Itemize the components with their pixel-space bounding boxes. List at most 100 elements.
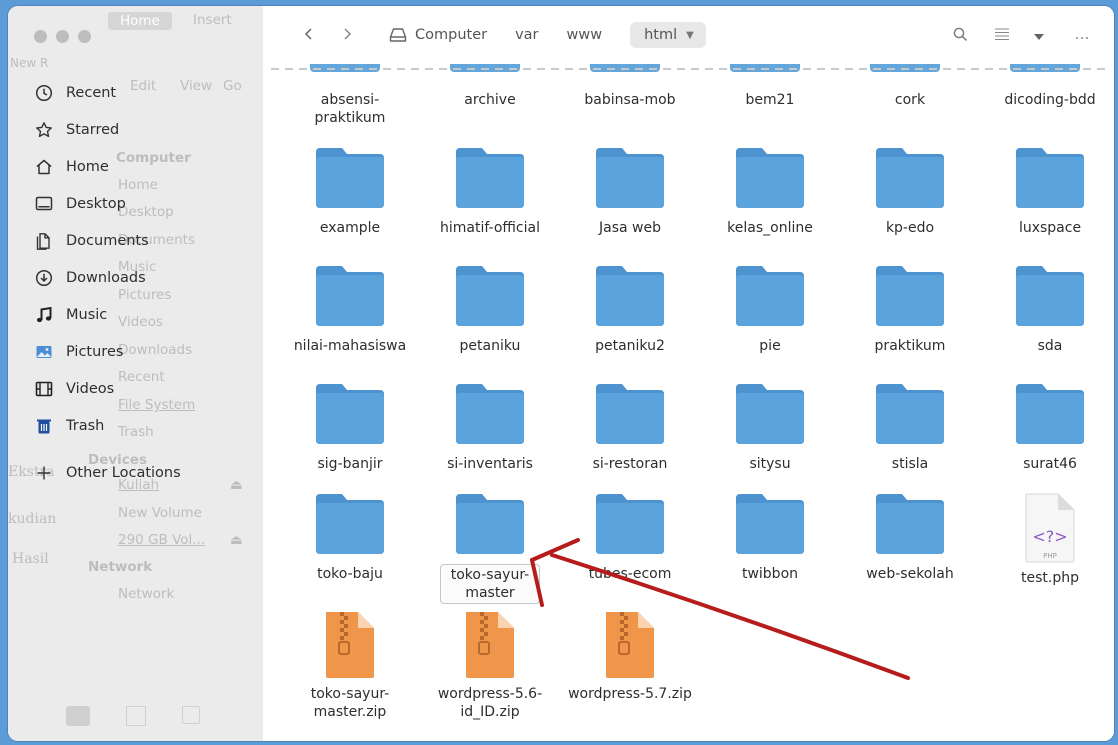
folder-icon — [874, 382, 946, 446]
folder-item[interactable]: example — [285, 146, 415, 238]
sidebar: Home Insert New R Edit View Go Computer … — [8, 6, 263, 741]
file-name-label: nilai-mahasiswa — [293, 338, 407, 354]
folder-icon — [314, 382, 386, 446]
folder-icon — [594, 146, 666, 210]
folder-icon — [734, 382, 806, 446]
music-icon — [34, 305, 54, 325]
sidebar-item-documents[interactable]: Documents — [8, 222, 263, 259]
sidebar-item-label: Home — [66, 158, 109, 175]
folder-item[interactable]: si-inventaris — [425, 382, 555, 474]
sidebar-item-label: Pictures — [66, 343, 124, 360]
file-manager-window: Home Insert New R Edit View Go Computer … — [8, 6, 1114, 741]
folder-item[interactable]: sitysu — [705, 382, 835, 474]
folder-item[interactable]: toko-sayur-master — [425, 492, 555, 604]
folder-item[interactable]: stisla — [845, 382, 975, 474]
folder-item[interactable]: surat46 — [985, 382, 1114, 474]
folder-icon — [454, 382, 526, 446]
sidebar-item-recent[interactable]: Recent — [8, 74, 263, 111]
documents-icon — [34, 231, 54, 251]
file-item[interactable]: <?> PHP test.php — [985, 492, 1114, 588]
folder-item[interactable]: si-restoran — [565, 382, 695, 474]
folder-item[interactable]: absensi-praktikum — [285, 6, 415, 128]
minimize-window-button[interactable] — [56, 30, 69, 43]
svg-text:PHP: PHP — [1043, 552, 1057, 560]
file-name-label: bem21 — [745, 92, 795, 108]
folder-item[interactable]: web-sekolah — [845, 492, 975, 584]
ghost-toolbar-icon — [182, 706, 200, 724]
file-name-label: example — [319, 220, 381, 236]
folder-item[interactable]: kelas_online — [705, 146, 835, 238]
sidebar-item-starred[interactable]: Starred — [8, 111, 263, 148]
folder-icon — [1014, 382, 1086, 446]
file-name-label: wordpress-5.7.zip — [568, 686, 692, 702]
file-name-label: cork — [894, 92, 926, 108]
file-name-label: stisla — [891, 456, 929, 472]
file-name-label: sig-banjir — [317, 456, 383, 472]
maximize-window-button[interactable] — [78, 30, 91, 43]
folder-icon — [314, 492, 386, 556]
sidebar-item-pictures[interactable]: Pictures — [8, 333, 263, 370]
home-icon — [34, 157, 54, 177]
file-item[interactable]: wordpress-5.6-id_ID.zip — [425, 610, 555, 722]
folder-item[interactable]: dicoding-bdd — [985, 6, 1114, 110]
file-name-label: babinsa-mob — [584, 92, 676, 108]
sidebar-item-videos[interactable]: Videos — [8, 370, 263, 407]
file-name-label: petaniku2 — [595, 338, 665, 354]
sidebar-item-downloads[interactable]: Downloads — [8, 259, 263, 296]
folder-item[interactable]: himatif-official — [425, 146, 555, 238]
ghost-eject-icon: ⏏ — [230, 532, 243, 548]
folder-item[interactable]: sda — [985, 264, 1114, 356]
sidebar-item-desktop[interactable]: Desktop — [8, 185, 263, 222]
folder-item[interactable]: cork — [845, 6, 975, 110]
folder-icon — [874, 492, 946, 556]
file-item[interactable]: toko-sayur-master.zip — [285, 610, 415, 722]
folder-item[interactable]: pie — [705, 264, 835, 356]
clock-icon — [34, 83, 54, 103]
main-content: Computer var www html ▼ absensi-praktiku… — [263, 6, 1114, 741]
folder-item[interactable]: toko-baju — [285, 492, 415, 584]
file-name-label: toko-sayur-master.zip — [310, 686, 390, 720]
sidebar-item-trash[interactable]: Trash — [8, 407, 263, 444]
svg-text:<?>: <?> — [1032, 527, 1067, 546]
folder-icon — [1014, 146, 1086, 210]
folder-icon — [454, 264, 526, 328]
folder-item[interactable]: petaniku2 — [565, 264, 695, 356]
file-name-label: praktikum — [874, 338, 946, 354]
folder-item[interactable]: archive — [425, 6, 555, 110]
folder-icon — [454, 492, 526, 556]
ghost-home-tab: Home — [108, 12, 172, 30]
file-item[interactable]: wordpress-5.7.zip — [565, 610, 695, 704]
folder-item[interactable]: babinsa-mob — [565, 6, 695, 110]
close-window-button[interactable] — [34, 30, 47, 43]
file-name-label: luxspace — [1018, 220, 1082, 236]
sidebar-item-label: Recent — [66, 84, 117, 101]
folder-icon — [734, 492, 806, 556]
file-name-label: web-sekolah — [866, 566, 954, 582]
folder-item[interactable]: tubes-ecom — [565, 492, 695, 584]
folder-item[interactable]: praktikum — [845, 264, 975, 356]
file-name-label: test.php — [1021, 570, 1079, 586]
ghost-toolbar-icon — [126, 706, 146, 726]
sidebar-item-label: Desktop — [66, 195, 126, 212]
sidebar-item-home[interactable]: Home — [8, 148, 263, 185]
folder-item[interactable]: twibbon — [705, 492, 835, 584]
folder-item[interactable]: petaniku — [425, 264, 555, 356]
file-name-label: pie — [759, 338, 781, 354]
desktop-icon — [34, 194, 54, 214]
folder-item[interactable]: sig-banjir — [285, 382, 415, 474]
sidebar-item-label: Starred — [66, 121, 120, 138]
file-name-label: surat46 — [1023, 456, 1077, 472]
file-name-label: Jasa web — [599, 220, 661, 236]
file-name-label: kelas_online — [727, 220, 813, 236]
sidebar-item-music[interactable]: Music — [8, 296, 263, 333]
sidebar-item-other-locations[interactable]: Other Locations — [8, 454, 263, 491]
folder-icon — [874, 146, 946, 210]
sidebar-item-label: Downloads — [66, 269, 146, 286]
folder-item[interactable]: luxspace — [985, 146, 1114, 238]
folder-item[interactable]: bem21 — [705, 6, 835, 110]
folder-item[interactable]: Jasa web — [565, 146, 695, 238]
ghost-network-header: Network — [88, 559, 153, 575]
folder-item[interactable]: kp-edo — [845, 146, 975, 238]
folder-item[interactable]: nilai-mahasiswa — [285, 264, 415, 356]
file-name-label: petaniku — [459, 338, 521, 354]
